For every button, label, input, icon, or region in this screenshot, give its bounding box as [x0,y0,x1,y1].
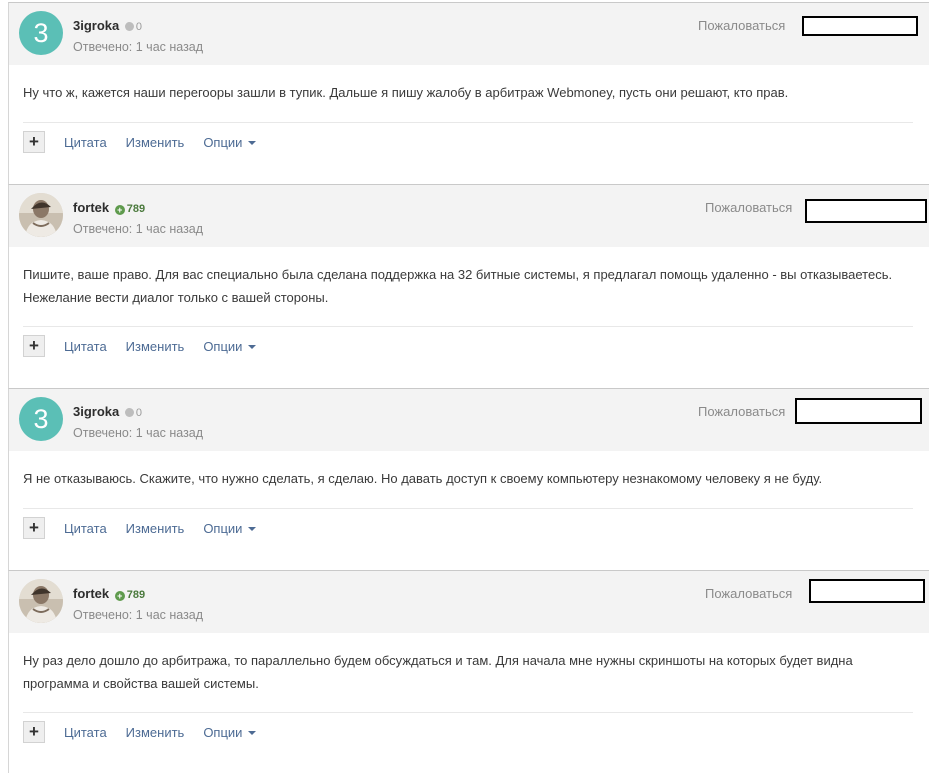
add-multiquote-button[interactable]: + [23,131,45,153]
author-link[interactable]: fortek [73,586,109,601]
options-dropdown[interactable]: Опции [203,724,257,740]
post-divider [23,508,913,509]
avatar[interactable] [19,193,63,237]
avatar[interactable]: 3 [19,11,63,55]
options-dropdown[interactable]: Опции [203,520,257,536]
report-link[interactable]: Пожаловаться [705,200,792,215]
redaction-box [795,398,922,424]
author-link[interactable]: 3igroka [73,18,119,33]
author-link[interactable]: 3igroka [73,404,119,419]
options-label: Опции [203,134,243,150]
post-text: Я не отказываюсь. Скажите, что нужно сде… [23,471,823,486]
author-link[interactable]: fortek [73,200,109,215]
post-date: Отвечено: 1 час назад [73,40,204,54]
author-name[interactable]: fortek +789 [73,200,145,215]
reputation-plus-icon: + [114,591,125,601]
post-divider [23,122,913,123]
quote-button[interactable]: Цитата [64,521,107,536]
post: 3 3igroka 0 Отвечено: 1 час назад Пожало… [8,388,929,571]
edit-button[interactable]: Изменить [126,135,185,150]
redaction-box [802,16,918,36]
redaction-box [805,199,927,223]
author-name[interactable]: 3igroka 0 [73,18,142,33]
post-header: 3 3igroka 0 Отвечено: 1 час назад Пожало… [9,389,929,451]
post-date: Отвечено: 1 час назад [73,222,204,236]
reputation-value: 789 [126,589,146,601]
post-header: fortek +789 Отвечено: 1 час назад Пожало… [9,185,929,247]
edit-button[interactable]: Изменить [126,521,185,536]
options-dropdown[interactable]: Опции [203,338,257,354]
post-controls: + Цитата Изменить Опции [23,720,275,744]
post: 3 3igroka 0 Отвечено: 1 час назад Пожало… [8,2,929,185]
reputation-value: 0 [135,407,142,419]
edit-button[interactable]: Изменить [126,725,185,740]
post-date: Отвечено: 1 час назад [73,426,204,440]
report-link[interactable]: Пожаловаться [705,586,792,601]
options-dropdown[interactable]: Опции [203,134,257,150]
reputation-value: 789 [126,203,146,215]
reputation-neutral-icon [124,22,134,31]
caret-down-icon [248,140,257,145]
options-label: Опции [203,724,243,740]
quote-button[interactable]: Цитата [64,339,107,354]
reputation-value: 0 [135,21,142,33]
post-controls: + Цитата Изменить Опции [23,130,275,154]
user-photo-icon [19,193,63,237]
reputation-neutral-icon [124,408,134,417]
post-divider [23,326,913,327]
caret-down-icon [248,526,257,531]
post-text: Пишите, ваше право. Для вас специально б… [23,267,893,305]
post-text: Ну что ж, кажется наши перегооры зашли в… [23,85,789,100]
quote-button[interactable]: Цитата [64,725,107,740]
post-header: 3 3igroka 0 Отвечено: 1 час назад Пожало… [9,3,929,65]
post-header: fortek +789 Отвечено: 1 час назад Пожало… [9,571,929,633]
avatar[interactable] [19,579,63,623]
add-multiquote-button[interactable]: + [23,517,45,539]
post-divider [23,712,913,713]
reputation-plus-icon: + [114,205,125,215]
post-text: Ну раз дело дошло до арбитража, то парал… [23,653,853,691]
post-controls: + Цитата Изменить Опции [23,334,275,358]
redaction-box [809,579,925,603]
caret-down-icon [248,730,257,735]
reputation-badge: 0 [124,407,142,419]
post-date: Отвечено: 1 час назад [73,608,204,622]
add-multiquote-button[interactable]: + [23,721,45,743]
post: fortek +789 Отвечено: 1 час назад Пожало… [8,184,929,389]
reputation-badge: 0 [124,21,142,33]
user-photo-icon [19,579,63,623]
author-name[interactable]: fortek +789 [73,586,145,601]
author-name[interactable]: 3igroka 0 [73,404,142,419]
avatar[interactable]: 3 [19,397,63,441]
options-label: Опции [203,520,243,536]
report-link[interactable]: Пожаловаться [698,18,785,33]
post-controls: + Цитата Изменить Опции [23,516,275,540]
add-multiquote-button[interactable]: + [23,335,45,357]
edit-button[interactable]: Изменить [126,339,185,354]
caret-down-icon [248,344,257,349]
reputation-badge: +789 [114,203,146,215]
quote-button[interactable]: Цитата [64,135,107,150]
post: fortek +789 Отвечено: 1 час назад Пожало… [8,570,929,773]
report-link[interactable]: Пожаловаться [698,404,785,419]
options-label: Опции [203,338,243,354]
reputation-badge: +789 [114,589,146,601]
